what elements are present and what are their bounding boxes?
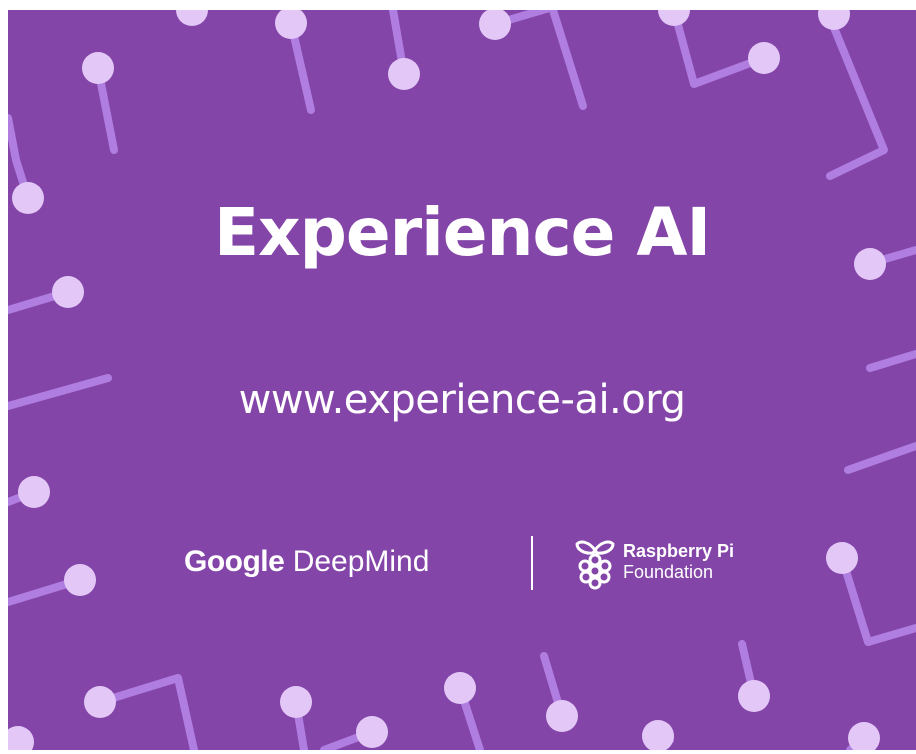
headline: Experience AI [213,194,711,271]
circuit-line [96,674,198,750]
circuit-line [844,442,916,474]
circuit-node [8,726,34,750]
circuit-node [280,686,312,718]
circuit-line [866,350,916,372]
circuit-node [18,476,50,508]
circuit-node [738,680,770,712]
circuit-node [444,672,476,704]
circuit-node [818,10,850,30]
circuit-node [82,52,114,84]
raspberry-pi-icon [575,540,615,590]
circuit-node [658,10,690,26]
circuit-node [848,722,880,750]
circuit-node [84,686,116,718]
circuit-line [822,10,888,180]
circuit-node [546,700,578,732]
logo-divider [531,536,533,590]
circuit-node [748,42,780,74]
circuit-node [388,58,420,90]
circuit-node [356,716,388,748]
circuit-node [52,276,84,308]
website-url: www.experience-ai.org [238,377,686,423]
circuit-node [479,10,511,40]
circuit-line [549,10,587,110]
rpi-line-1: Raspberry Pi [623,541,735,561]
circuit-node [176,10,208,26]
deepmind-wordmark: DeepMind [292,545,430,578]
raspberry-pi-foundation-wordmark: Raspberry Pi Foundation [623,541,734,583]
partner-logos: Google DeepMind Raspberry Pi Foundation [8,530,916,596]
circuit-node [642,720,674,750]
circuit-line [670,10,768,88]
banner-panel: Experience AI www.experience-ai.org Goog… [8,10,916,750]
google-wordmark: Google [184,545,285,578]
image-frame: Experience AI www.experience-ai.org Goog… [0,0,916,754]
rpi-line-2: Foundation [623,562,714,582]
google-deepmind-logo: Google DeepMind [184,542,429,582]
circuit-node [275,10,307,39]
